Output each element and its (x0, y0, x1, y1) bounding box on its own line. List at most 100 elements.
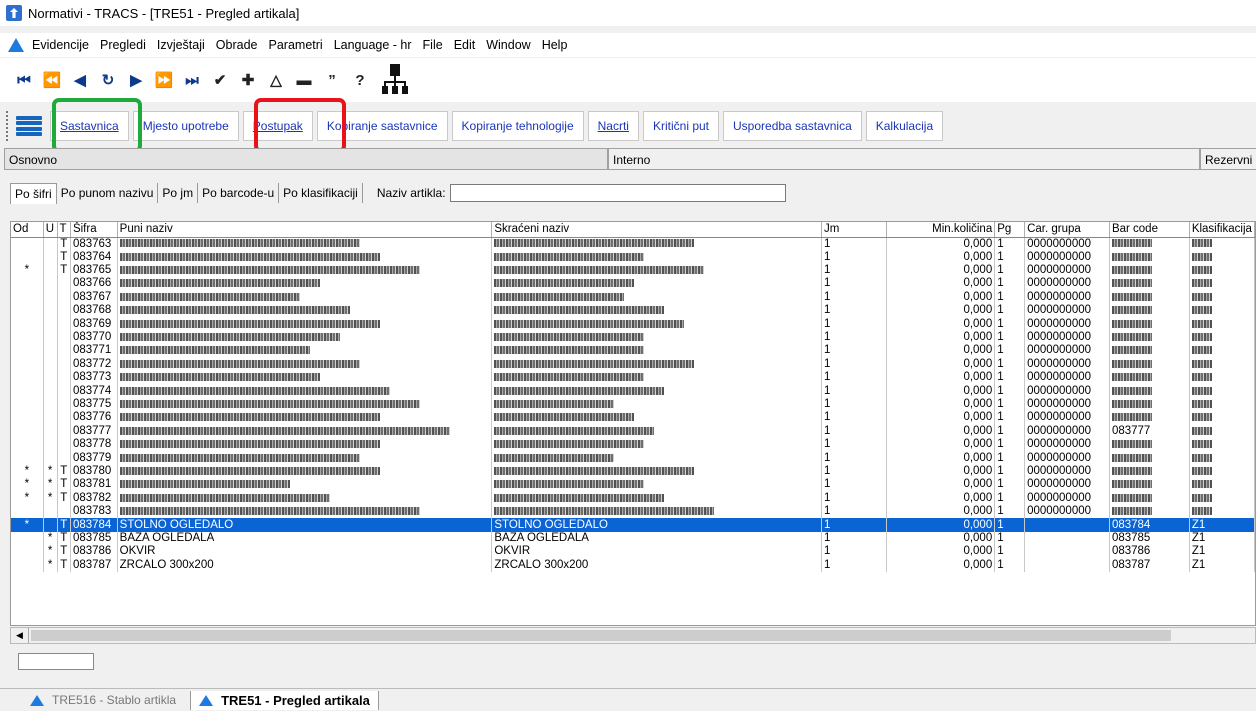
menu-parametri[interactable]: Parametri (269, 38, 323, 52)
table-row[interactable]: * T 083786 OKVIR OKVIR 1 0,000 1 083786 Z1 (11, 545, 1255, 559)
menu-help[interactable]: Help (542, 38, 568, 52)
menu-file[interactable]: File (423, 38, 443, 52)
kopiranje-tehnologije-button[interactable]: Kopiranje tehnologije (451, 111, 584, 141)
app-logo-icon (199, 694, 214, 706)
tab-po-jm[interactable]: Po jm (158, 183, 199, 203)
previous-icon[interactable]: ◀ (66, 66, 94, 94)
col-u[interactable]: U (43, 222, 58, 238)
col-car-grupa[interactable]: Car. grupa (1024, 222, 1110, 238)
menu-izvjestaji[interactable]: Izvještaji (157, 38, 205, 52)
cell-car-grupa: 0000000000 (1024, 371, 1110, 385)
table-row[interactable]: 083769 1 0,000 1 0000000000 (11, 317, 1255, 331)
tab-po-klasifikaciji[interactable]: Po klasifikaciji (279, 183, 363, 203)
refresh-icon[interactable]: ↻ (94, 66, 122, 94)
col-puni-naziv[interactable]: Puni naziv (117, 222, 493, 238)
confirm-icon[interactable]: ✔ (206, 66, 234, 94)
cell-puni-naziv (117, 344, 493, 358)
usporedba-sastavnica-button[interactable]: Usporedba sastavnica (723, 111, 862, 141)
table-row[interactable]: 083777 1 0,000 1 0000000000 083777 (11, 424, 1255, 438)
scroll-left-icon[interactable]: ◀ (11, 628, 29, 643)
section-interno[interactable]: Interno (608, 148, 1200, 170)
cell-skraceni-naziv (491, 357, 823, 372)
first-record-icon[interactable]: ⏮ (10, 66, 38, 94)
table-row[interactable]: 083768 1 0,000 1 0000000000 (11, 304, 1255, 318)
redacted-text (1111, 333, 1152, 341)
delete-icon[interactable]: ▬ (290, 66, 318, 94)
cell-bar-code (1109, 464, 1190, 479)
tab-po-punom-nazivu[interactable]: Po punom nazivu (57, 183, 159, 203)
cell-min-kolicina: 0,000 (886, 424, 996, 438)
mjesto-upotrebe-button[interactable]: Mjesto upotrebe (132, 111, 239, 141)
cell-sifra: 083775 (70, 397, 118, 412)
hierarchy-icon[interactable] (382, 64, 408, 96)
articles-grid[interactable]: Od U T Šifra Puni naziv Skraćeni naziv J… (10, 221, 1256, 626)
horizontal-scrollbar[interactable]: ◀ (10, 627, 1256, 644)
nacrti-button[interactable]: Nacrti (587, 111, 639, 141)
cell-jm: 1 (821, 250, 887, 264)
edit-icon[interactable]: △ (262, 66, 290, 94)
table-row[interactable]: * T 083765 1 0,000 1 0000000000 (11, 263, 1255, 278)
menu-edit[interactable]: Edit (454, 38, 476, 52)
table-row[interactable]: 083766 1 0,000 1 0000000000 (11, 277, 1255, 291)
app-menu-icon[interactable] (8, 38, 24, 52)
table-row[interactable]: T 083763 1 0,000 1 0000000000 (11, 237, 1255, 251)
next-icon[interactable]: ▶ (122, 66, 150, 94)
fast-forward-icon[interactable]: ⏩ (150, 66, 178, 94)
quote-icon[interactable]: ” (318, 66, 346, 94)
table-row[interactable]: 083770 1 0,000 1 0000000000 (11, 330, 1255, 345)
menu-language[interactable]: Language - hr (334, 38, 412, 52)
col-jm[interactable]: Jm (821, 222, 887, 238)
col-sifra[interactable]: Šifra (70, 222, 118, 238)
help-icon[interactable]: ? (346, 66, 374, 94)
tab-tre516[interactable]: TRE516 - Stablo artikla (30, 693, 176, 707)
list-menu-icon[interactable] (16, 114, 42, 138)
scroll-thumb[interactable] (31, 630, 1171, 641)
table-row[interactable]: 083773 1 0,000 1 0000000000 (11, 371, 1255, 385)
table-row[interactable]: 083775 1 0,000 1 0000000000 (11, 397, 1255, 412)
table-row[interactable]: * * T 083781 1 0,000 1 0000000000 (11, 478, 1255, 492)
table-row[interactable]: 083771 1 0,000 1 0000000000 (11, 344, 1255, 358)
table-row[interactable]: 083772 1 0,000 1 0000000000 (11, 357, 1255, 372)
table-row[interactable]: 083776 1 0,000 1 0000000000 (11, 411, 1255, 425)
table-row[interactable]: 083774 1 0,000 1 0000000000 (11, 384, 1255, 398)
kriticni-put-button[interactable]: Kritični put (642, 111, 720, 141)
tab-po-sifri[interactable]: Po šifri (10, 182, 57, 204)
last-record-icon[interactable]: ⏭ (178, 66, 206, 94)
articles-table: Od U T Šifra Puni naziv Skraćeni naziv J… (11, 222, 1255, 572)
col-t[interactable]: T (57, 222, 71, 238)
table-row[interactable]: * T 083784 STOLNO OGLEDALO STOLNO OGLEDALO 1 0… (11, 518, 1255, 532)
section-osnovno[interactable]: Osnovno (4, 148, 608, 170)
add-icon[interactable]: ✚ (234, 66, 262, 94)
cell-bar-code (1109, 304, 1190, 318)
rewind-icon[interactable]: ⏪ (38, 66, 66, 94)
menu-pregledi[interactable]: Pregledi (100, 38, 146, 52)
cell-puni-naziv (117, 357, 493, 372)
toolbar-grip[interactable] (6, 111, 12, 141)
table-row[interactable]: T 083764 1 0,000 1 0000000000 (11, 250, 1255, 264)
naziv-artikla-input[interactable] (449, 184, 786, 202)
table-row[interactable]: 083767 1 0,000 1 0000000000 (11, 290, 1255, 305)
table-row[interactable]: 083778 1 0,000 1 0000000000 (11, 437, 1255, 452)
table-row[interactable]: * T 083785 BAZA OGLEDALA BAZA OGLEDALA 1 0,000… (11, 531, 1255, 546)
redacted-text (1191, 333, 1212, 341)
table-row[interactable]: * * T 083780 1 0,000 1 0000000000 (11, 464, 1255, 479)
table-row[interactable]: 083779 1 0,000 1 0000000000 (11, 451, 1255, 465)
col-pg[interactable]: Pg (994, 222, 1026, 238)
tab-tre51[interactable]: TRE51 - Pregled artikala (190, 690, 379, 710)
menu-evidencije[interactable]: Evidencije (32, 38, 89, 52)
function-bar: Sastavnica Mjesto upotrebe Postupak Kopi… (0, 104, 1256, 148)
col-skraceni-naziv[interactable]: Skraćeni naziv (491, 222, 823, 238)
section-rezervni[interactable]: Rezervni (1200, 148, 1256, 170)
table-row[interactable]: 083783 1 0,000 1 0000000000 (11, 504, 1255, 519)
col-od[interactable]: Od (11, 222, 44, 238)
kalkulacija-button[interactable]: Kalkulacija (865, 111, 944, 141)
menu-window[interactable]: Window (486, 38, 530, 52)
col-min-kolicina[interactable]: Min.količina (886, 222, 996, 238)
tab-po-barcode[interactable]: Po barcode-u (198, 183, 280, 203)
table-row[interactable]: * * T 083782 1 0,000 1 0000000000 (11, 491, 1255, 505)
col-klasifikacija[interactable]: Klasifikacija (1189, 222, 1255, 238)
cell-car-grupa: 0000000000 (1024, 250, 1110, 264)
table-row[interactable]: * T 083787 ZRCALO 300x200 ZRCALO 300x200 1 0,0… (11, 558, 1255, 572)
menu-obrade[interactable]: Obrade (216, 38, 258, 52)
col-bar-code[interactable]: Bar code (1109, 222, 1190, 238)
